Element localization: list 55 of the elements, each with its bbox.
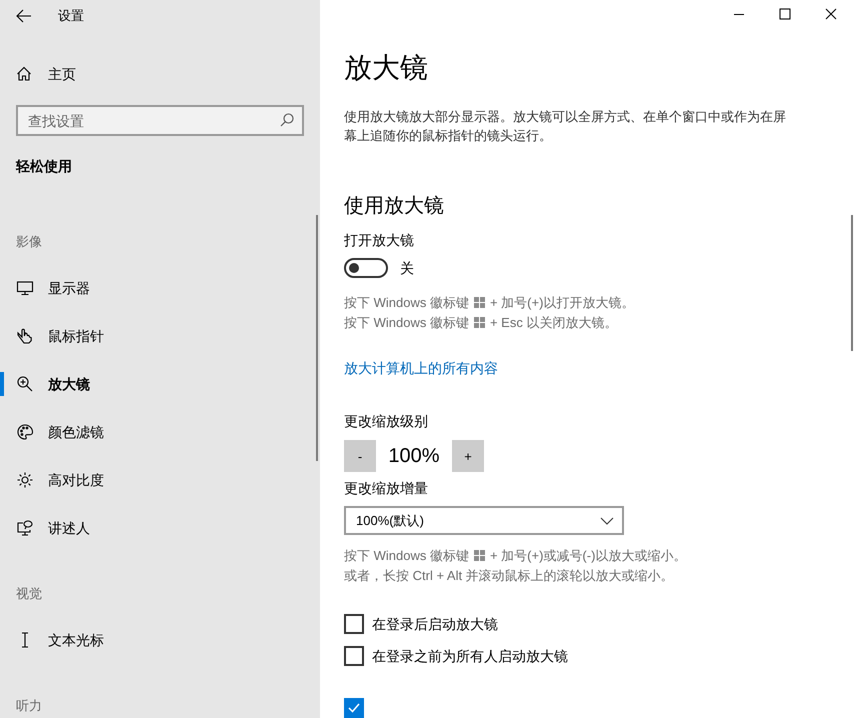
home-link[interactable]: 主页 [48,64,76,84]
narrator-icon [16,519,34,537]
zoom-value: 100% [387,444,441,470]
nav-item[interactable]: 放大镜 [0,374,320,394]
increment-dropdown[interactable]: 100%(默认) [344,506,624,535]
zoom-label: 更改缩放级别 [344,412,429,432]
section-heading: 使用放大镜 [344,194,445,220]
nav-item[interactable]: 鼠标指针 [0,326,320,346]
scrollbar[interactable] [316,215,318,461]
scrollbar[interactable] [851,215,853,351]
section-heading: 听力 [15,697,43,715]
help-text: 按下 Windows 徽标键 + Esc 以关闭放大镜。 [344,314,618,332]
help-text: 或者，长按 Ctrl + Alt 并滚动鼠标上的滚轮以放大或缩小。 [344,567,675,585]
link[interactable]: 放大计算机上的所有内容 [344,360,498,376]
section-heading: 视觉 [15,585,43,603]
nav-item[interactable]: 讲述人 [0,518,320,538]
increment-label: 更改缩放增量 [344,479,429,498]
check-icon [348,703,360,713]
checkbox[interactable] [344,698,364,718]
hand-pointer-icon [16,327,34,345]
zoom-in-icon [16,375,34,393]
chevron-down-icon [600,516,614,525]
home-icon[interactable] [16,66,32,82]
toggle-label: 打开放大镜 [344,231,415,250]
monitor-icon [16,279,34,297]
section-heading: 影像 [15,233,43,251]
toggle-state: 关 [400,258,414,278]
zoom-in-button[interactable]: + [452,440,484,472]
windows-logo-icon [474,317,485,328]
toggle-switch[interactable] [344,258,388,278]
search-field[interactable]: 查找设置 [16,105,304,136]
checkbox-label: 在登录之前为所有人启动放大镜 [372,646,568,666]
nav-item[interactable]: 显示器 [0,278,320,298]
nav-item[interactable]: 颜色滤镜 [0,422,320,442]
sun-icon [16,471,34,489]
category-heading: 轻松使用 [14,157,73,176]
palette-icon [16,423,34,441]
description: 使用放大镜放大部分显示器。放大镜可以全屏方式、在单个窗口中或作为在屏幕上追随你的鼠标指针的镜头运行。 [344,108,787,146]
help-text: 按下 Windows 徽标键 + 加号(+)或减号(-)以放大或缩小。 [344,547,688,565]
checkbox-label: 在登录后启动放大镜 [372,614,498,634]
checkbox[interactable] [344,646,364,666]
page-title: 放大镜 [344,51,429,86]
nav-item[interactable]: 文本光标 [0,630,320,650]
windows-logo-icon [474,550,485,561]
help-text: 按下 Windows 徽标键 + 加号(+)以打开放大镜。 [344,294,636,312]
selection-indicator [0,372,4,396]
search-icon [280,113,294,127]
nav-item[interactable]: 高对比度 [0,470,320,490]
zoom-out-button[interactable]: - [344,440,376,472]
windows-logo-icon [474,297,485,308]
window-title: 设置 [58,7,84,26]
maximize-icon[interactable] [779,8,791,20]
back-arrow-icon[interactable] [16,9,32,23]
checkbox[interactable] [344,614,364,634]
close-icon[interactable] [825,8,837,20]
